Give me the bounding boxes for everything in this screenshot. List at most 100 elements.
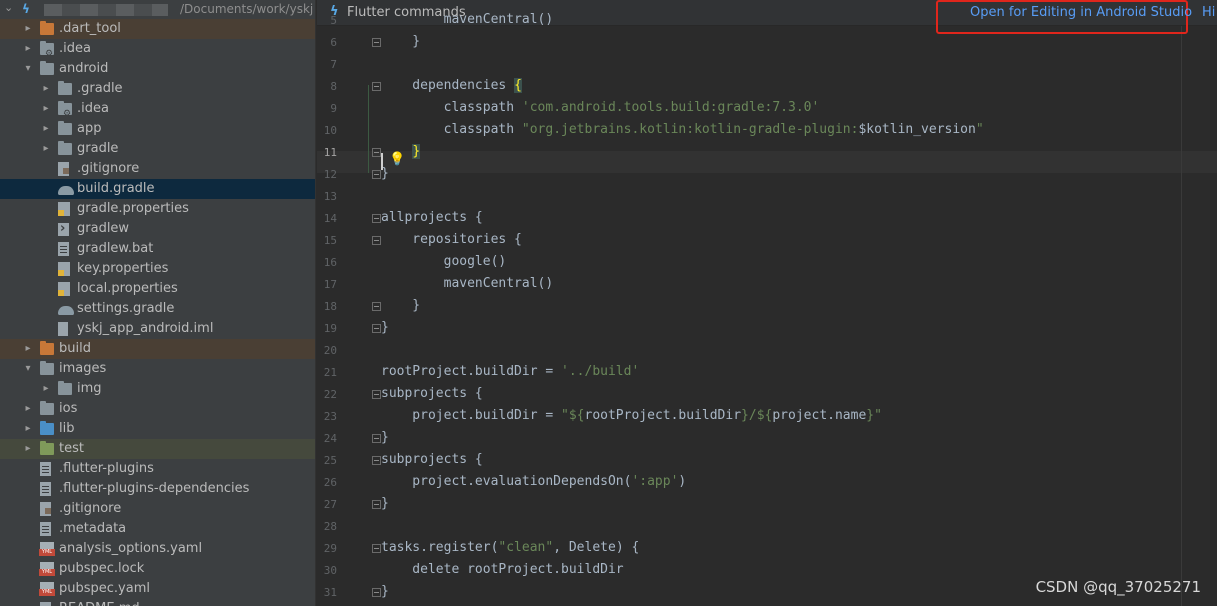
tree-item[interactable]: ▸ ios <box>0 399 315 419</box>
code-token: } <box>381 430 389 445</box>
code-line[interactable]: subprojects { <box>381 449 483 471</box>
tree-item-label: android <box>59 61 109 76</box>
tree-item[interactable]: local.properties <box>0 279 315 299</box>
tree-item[interactable]: ▸ .idea <box>0 39 315 64</box>
tree-item-label: .gradle <box>77 81 123 96</box>
fold-marker-icon[interactable] <box>372 38 381 47</box>
tree-item[interactable]: ▸ lib <box>0 419 315 439</box>
chevron-right-icon[interactable]: ▸ <box>22 19 34 39</box>
code-line[interactable]: } <box>381 493 389 515</box>
chevron-right-icon[interactable]: ▸ <box>40 139 52 159</box>
tree-item[interactable]: ▸ img <box>0 379 315 399</box>
code-editor[interactable]: ϟ Flutter commands Open for Editing in A… <box>317 0 1217 606</box>
tree-item[interactable]: yskj_app_android.iml <box>0 319 315 339</box>
tree-item[interactable]: build.gradle <box>0 179 315 199</box>
code-line[interactable]: classpath "org.jetbrains.kotlin:kotlin-g… <box>381 119 984 141</box>
tree-item[interactable]: ▸ .dart_tool <box>0 19 315 39</box>
tree-item[interactable]: pubspec.yaml <box>0 579 315 599</box>
tree-item[interactable]: ▸ gradle <box>0 139 315 159</box>
tree-item[interactable]: gradlew <box>0 219 315 239</box>
code-line[interactable]: } <box>381 295 420 317</box>
tree-item[interactable]: gradle.properties <box>0 199 315 219</box>
watermark: CSDN @qq_37025271 <box>1035 578 1201 596</box>
tree-item[interactable]: analysis_options.yaml <box>0 539 315 559</box>
tree-item[interactable]: ▸ .gradle <box>0 79 315 99</box>
fold-marker-icon[interactable] <box>372 82 381 91</box>
tree-item[interactable]: .gitignore <box>0 499 315 519</box>
code-line[interactable]: tasks.register("clean", Delete) { <box>381 537 639 559</box>
tree-item-label: key.properties <box>77 261 169 276</box>
code-line[interactable]: allprojects { <box>381 207 483 229</box>
right-margin-guide <box>1181 26 1182 606</box>
code-line[interactable]: } <box>381 427 389 449</box>
test-folder-icon <box>40 441 54 455</box>
code-line[interactable]: project.evaluationDependsOn(':app') <box>381 471 686 493</box>
chevron-down-icon[interactable]: ▾ <box>22 59 34 79</box>
chevron-right-icon[interactable]: ▸ <box>40 79 52 99</box>
code-line[interactable]: repositories { <box>381 229 522 251</box>
code-line[interactable]: project.buildDir = "${rootProject.buildD… <box>381 405 882 427</box>
code-line[interactable]: mavenCentral() <box>381 9 554 31</box>
fold-marker-icon[interactable] <box>372 500 381 509</box>
tree-item[interactable]: .flutter-plugins-dependencies <box>0 479 315 499</box>
tree-item[interactable]: pubspec.lock <box>0 559 315 579</box>
properties-file-icon <box>58 202 70 216</box>
tree-item[interactable]: README.md <box>0 599 315 606</box>
lightbulb-icon[interactable]: 💡 <box>389 152 405 167</box>
fold-marker-icon[interactable] <box>372 324 381 333</box>
code-line[interactable]: mavenCentral() <box>381 273 554 295</box>
code-line[interactable]: rootProject.buildDir = '../build' <box>381 361 639 383</box>
code-token: classpath <box>381 100 522 115</box>
project-tree-header: ⌄ ϟ /Documents/work/yskj <box>0 0 315 20</box>
tree-item[interactable]: .gitignore <box>0 159 315 179</box>
chevron-right-icon[interactable]: ▸ <box>22 399 34 419</box>
chevron-right-icon[interactable]: ▸ <box>40 119 52 139</box>
tree-item[interactable]: ▾ images <box>0 359 315 379</box>
tree-item[interactable]: settings.gradle <box>0 299 315 319</box>
indent-guide <box>368 85 369 173</box>
tree-item[interactable]: ▸ app <box>0 119 315 139</box>
code-line[interactable]: } <box>381 31 420 53</box>
module-file-icon <box>58 322 68 336</box>
chevron-right-icon[interactable]: ▸ <box>40 99 52 119</box>
tree-item[interactable]: ▸ .idea <box>0 99 315 124</box>
tree-item[interactable]: ▸ build <box>0 339 315 359</box>
chevron-right-icon[interactable]: ▸ <box>22 419 34 439</box>
fold-marker-icon[interactable] <box>372 214 381 223</box>
fold-marker-icon[interactable] <box>372 390 381 399</box>
tree-item[interactable]: ▸ test <box>0 439 315 459</box>
fold-marker-icon[interactable] <box>372 434 381 443</box>
fold-marker-icon[interactable] <box>372 456 381 465</box>
chevron-right-icon[interactable]: ▸ <box>40 379 52 399</box>
folder-icon <box>40 361 54 375</box>
open-in-android-studio-link[interactable]: Open for Editing in Android Studio <box>970 5 1192 20</box>
tree-item[interactable]: .flutter-plugins <box>0 459 315 479</box>
tree-item[interactable]: .metadata <box>0 519 315 539</box>
code-line[interactable]: dependencies { <box>381 75 522 97</box>
code-line[interactable]: delete rootProject.buildDir <box>381 559 623 581</box>
source-folder-icon <box>40 421 54 435</box>
tree-item[interactable]: ▾ android <box>0 59 315 79</box>
chevron-right-icon[interactable]: ▸ <box>22 39 34 59</box>
banner-link-hi[interactable]: Hi <box>1202 5 1215 20</box>
chevron-right-icon[interactable]: ▸ <box>22 339 34 359</box>
fold-marker-icon[interactable] <box>372 544 381 553</box>
fold-marker-icon[interactable] <box>372 148 381 157</box>
chevron-down-icon[interactable]: ⌄ <box>4 1 13 14</box>
fold-marker-icon[interactable] <box>372 302 381 311</box>
line-number: 21 <box>323 366 337 379</box>
code-line[interactable]: google() <box>381 251 507 273</box>
fold-marker-icon[interactable] <box>372 588 381 597</box>
chevron-right-icon[interactable]: ▸ <box>22 439 34 459</box>
tree-item[interactable]: key.properties <box>0 259 315 279</box>
chevron-down-icon[interactable]: ▾ <box>22 359 34 379</box>
code-line[interactable]: } <box>381 581 389 603</box>
code-line[interactable]: subprojects { <box>381 383 483 405</box>
tree-item[interactable]: gradlew.bat <box>0 239 315 259</box>
code-line[interactable]: classpath 'com.android.tools.build:gradl… <box>381 97 820 119</box>
tree-item-label: settings.gradle <box>77 301 175 316</box>
fold-marker-icon[interactable] <box>372 236 381 245</box>
fold-marker-icon[interactable] <box>372 170 381 179</box>
code-line[interactable]: } <box>381 317 389 339</box>
code-token: $kotlin_version <box>858 122 976 137</box>
